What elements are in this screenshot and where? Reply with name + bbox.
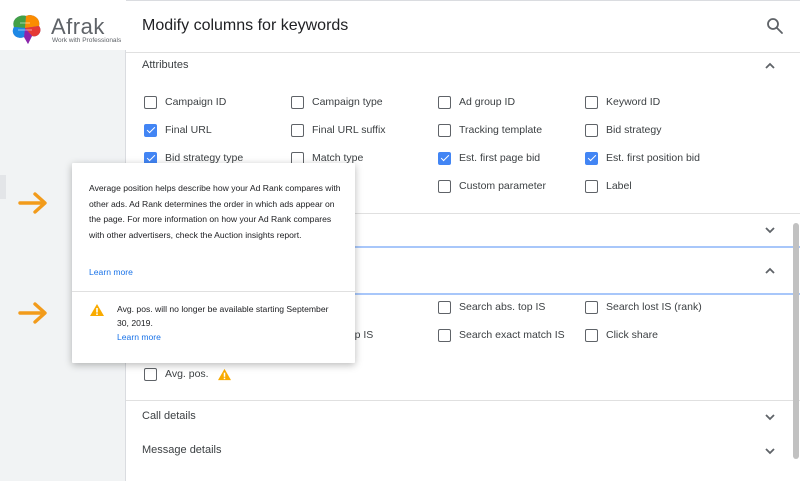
- checkbox-label: Final URL: [165, 124, 212, 136]
- section-title: Call details: [142, 410, 196, 422]
- checkbox-unchecked[interactable]: [585, 95, 598, 109]
- checkbox-label: Label: [606, 180, 632, 192]
- metric-checkbox-item[interactable]: Search lost IS (rank): [585, 299, 702, 315]
- checkbox-label: Campaign type: [312, 96, 383, 108]
- checkbox-label: Final URL suffix: [312, 124, 386, 136]
- attribute-checkbox-item[interactable]: Ad group ID: [438, 94, 515, 110]
- checkbox-label: Keyword ID: [606, 96, 661, 108]
- checkbox-unchecked[interactable]: [438, 123, 451, 137]
- checkbox-unchecked[interactable]: [585, 123, 598, 137]
- attribute-checkbox-item[interactable]: Final URL suffix: [291, 122, 386, 138]
- scrollbar[interactable]: [793, 223, 799, 459]
- section-attributes-header[interactable]: Attributes: [126, 50, 800, 84]
- attribute-checkbox-item[interactable]: Label: [585, 178, 632, 194]
- checkbox-label: Tracking template: [459, 124, 543, 136]
- checkbox-unchecked[interactable]: [438, 179, 451, 193]
- arrow-right-icon: [18, 192, 47, 214]
- checkbox-label: Avg. pos.: [165, 368, 209, 380]
- attribute-checkbox-item[interactable]: Final URL: [144, 122, 212, 138]
- page-title: Modify columns for keywords: [142, 17, 349, 34]
- checkbox-unchecked[interactable]: [144, 95, 157, 109]
- chevron-up-icon[interactable]: [764, 265, 776, 277]
- tooltip-description: Average position helps describe how your…: [89, 183, 341, 240]
- metric-checkbox-item[interactable]: Search exact match IS: [438, 327, 565, 343]
- afrak-logo-icon: [12, 15, 41, 45]
- checkbox-unchecked[interactable]: [144, 367, 157, 381]
- chevron-down-icon[interactable]: [764, 411, 776, 423]
- checkbox-label: Campaign ID: [165, 96, 227, 108]
- section-call-details-header[interactable]: Call details: [126, 401, 800, 435]
- checkbox-unchecked[interactable]: [291, 95, 304, 109]
- checkbox-unchecked[interactable]: [438, 300, 451, 314]
- panel-header: Modify columns for keywords: [126, 1, 800, 53]
- deprecation-warning: Avg. pos. will no longer be available st…: [117, 304, 329, 328]
- avg-pos-tooltip: Average position helps describe how your…: [72, 163, 355, 363]
- section-title: Attributes: [142, 59, 189, 71]
- section-message-details-header[interactable]: Message details: [126, 435, 800, 469]
- chevron-down-icon[interactable]: [764, 445, 776, 457]
- checkbox-unchecked[interactable]: [585, 179, 598, 193]
- attribute-checkbox-item[interactable]: Custom parameter: [438, 178, 546, 194]
- attribute-checkbox-item[interactable]: Campaign type: [291, 94, 383, 110]
- attribute-checkbox-item[interactable]: Campaign ID: [144, 94, 226, 110]
- attribute-checkbox-item[interactable]: Est. first page bid: [438, 150, 540, 166]
- checkbox-checked[interactable]: [438, 151, 451, 165]
- warning-learn-more-link[interactable]: Learn more: [117, 332, 161, 342]
- checkbox-label: Search abs. top IS: [459, 301, 546, 313]
- attribute-checkbox-item[interactable]: Keyword ID: [585, 94, 660, 110]
- left-stub: [0, 175, 6, 199]
- checkbox-unchecked[interactable]: [438, 95, 451, 109]
- checkbox-label: Custom parameter: [459, 180, 546, 192]
- attribute-checkbox-item[interactable]: Tracking template: [438, 122, 542, 138]
- brand-logo: Afrak Work with Professionals: [0, 0, 126, 50]
- section-title: Message details: [142, 444, 222, 456]
- brand-tagline: Work with Professionals: [52, 37, 122, 44]
- checkbox-label: Search lost IS (rank): [606, 301, 702, 313]
- chevron-down-icon[interactable]: [764, 224, 776, 236]
- checkbox-unchecked[interactable]: [291, 123, 304, 137]
- search-icon[interactable]: [766, 17, 784, 35]
- checkbox-label: Est. first position bid: [606, 152, 700, 164]
- metric-checkbox-item[interactable]: Search abs. top IS: [438, 299, 545, 315]
- arrow-right-icon: [18, 302, 47, 324]
- checkbox-unchecked[interactable]: [438, 328, 451, 342]
- checkbox-label: Bid strategy: [606, 124, 662, 136]
- checkbox-unchecked[interactable]: [585, 328, 598, 342]
- checkbox-label: Click share: [606, 329, 658, 341]
- divider: [72, 291, 355, 292]
- warning-icon: [217, 368, 231, 380]
- chevron-up-icon[interactable]: [764, 60, 776, 72]
- attribute-checkbox-item[interactable]: Bid strategy: [585, 122, 661, 138]
- checkbox-checked[interactable]: [144, 123, 157, 137]
- checkbox-unchecked[interactable]: [585, 300, 598, 314]
- metric-checkbox-item[interactable]: Click share: [585, 327, 658, 343]
- warning-icon: [90, 304, 104, 316]
- checkbox-label: Search exact match IS: [459, 329, 565, 341]
- attribute-checkbox-item[interactable]: Est. first position bid: [585, 150, 700, 166]
- metric-checkbox-item[interactable]: Avg. pos.: [144, 366, 232, 382]
- learn-more-link[interactable]: Learn more: [89, 267, 133, 277]
- checkbox-checked[interactable]: [585, 151, 598, 165]
- checkbox-label: Est. first page bid: [459, 152, 541, 164]
- checkbox-label: Ad group ID: [459, 96, 516, 108]
